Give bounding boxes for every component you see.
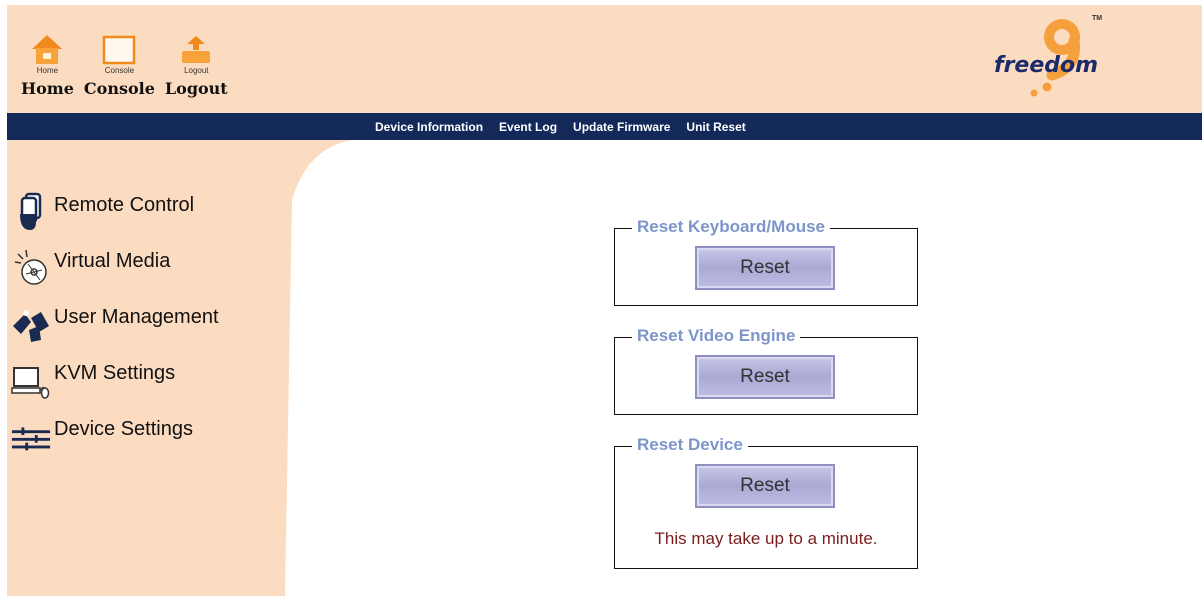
reset-video-engine-button[interactable]: Reset xyxy=(695,355,835,399)
top-nav: Home Home Console Console Logout Logout xyxy=(21,27,228,98)
remote-control-icon xyxy=(10,190,52,234)
reset-keyboard-mouse-button[interactable]: Reset xyxy=(695,246,835,290)
logout-label: Logout xyxy=(164,79,228,98)
header: Home Home Console Console Logout Logout xyxy=(7,5,1202,113)
user-management-icon xyxy=(10,302,52,346)
sidebar-item-remote-control[interactable]: Remote Control xyxy=(10,190,219,246)
reset-video-engine-group: Reset Video Engine Reset xyxy=(614,325,918,415)
virtual-media-icon xyxy=(10,246,52,290)
section-navbar: Device Information Event Log Update Firm… xyxy=(7,113,1202,140)
sidebar-item-user-management[interactable]: User Management xyxy=(10,302,219,358)
freedom9-logo: freedom TM xyxy=(902,15,1102,105)
sidebar-item-kvm-settings[interactable]: KVM Settings xyxy=(10,358,219,414)
reset-device-group: Reset Device Reset This may take up to a… xyxy=(614,434,918,569)
sidebar-label-user-management: User Management xyxy=(54,306,219,328)
logout-icon xyxy=(179,27,213,65)
nav-unit-reset[interactable]: Unit Reset xyxy=(686,120,745,134)
kvm-settings-icon xyxy=(10,358,52,402)
logout-tiny-label: Logout xyxy=(184,66,209,75)
console-link[interactable]: Console Console xyxy=(84,27,155,98)
logout-link[interactable]: Logout Logout xyxy=(165,27,228,98)
sidebar-label-kvm-settings: KVM Settings xyxy=(54,362,176,384)
sidebar-label-virtual-media: Virtual Media xyxy=(54,250,171,272)
console-tiny-label: Console xyxy=(104,66,135,75)
home-icon xyxy=(30,27,64,65)
logo-text: freedom xyxy=(994,53,1099,78)
reset-video-engine-legend: Reset Video Engine xyxy=(632,325,801,347)
console-icon xyxy=(102,27,136,65)
sidebar-label-remote-control: Remote Control xyxy=(54,194,195,216)
sidebar-menu: Remote Control Virtual Media User Manage… xyxy=(10,190,219,470)
nav-update-firmware[interactable]: Update Firmware xyxy=(573,120,670,134)
logo-trademark: TM xyxy=(1092,15,1103,22)
console-label: Console xyxy=(83,79,155,98)
home-link[interactable]: Home Home xyxy=(21,27,74,98)
home-label: Home xyxy=(21,79,74,98)
nav-event-log[interactable]: Event Log xyxy=(499,120,557,134)
reset-keyboard-mouse-legend: Reset Keyboard/Mouse xyxy=(632,216,830,238)
home-tiny-label: Home xyxy=(36,66,59,75)
sidebar-item-device-settings[interactable]: Device Settings xyxy=(10,414,219,470)
nav-device-information[interactable]: Device Information xyxy=(375,120,483,134)
reset-keyboard-mouse-group: Reset Keyboard/Mouse Reset xyxy=(614,216,918,306)
sidebar-label-device-settings: Device Settings xyxy=(54,418,193,440)
reset-device-button[interactable]: Reset xyxy=(695,464,835,508)
sidebar-item-virtual-media[interactable]: Virtual Media xyxy=(10,246,219,302)
reset-device-legend: Reset Device xyxy=(632,434,748,456)
reset-device-note: This may take up to a minute. xyxy=(654,529,878,548)
device-settings-icon xyxy=(10,414,52,458)
